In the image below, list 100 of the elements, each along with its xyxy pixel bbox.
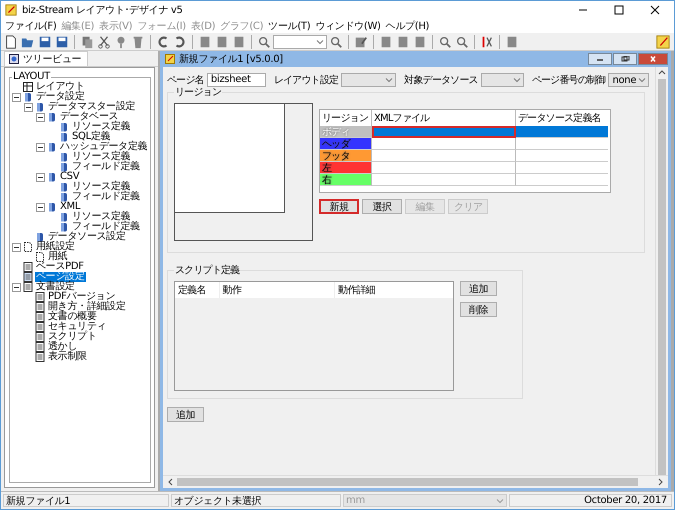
- tree-item[interactable]: レイアウト: [35, 82, 86, 92]
- tree-item[interactable]: セキュリティ: [47, 322, 108, 332]
- tree-item[interactable]: XML: [59, 202, 82, 212]
- tree-item[interactable]: フィールド定義: [71, 192, 141, 202]
- tree-item[interactable]: CSV: [59, 172, 80, 182]
- field-label: 対象データソース: [404, 74, 478, 87]
- table-cell[interactable]: [372, 174, 516, 186]
- magnifier-icon[interactable]: [438, 34, 452, 48]
- vertical-scrollbar[interactable]: [655, 67, 668, 475]
- grid-icon: [23, 82, 33, 92]
- page-name-field[interactable]: bizsheet: [206, 73, 266, 87]
- copy-icon[interactable]: [80, 34, 94, 48]
- magnifier-icon[interactable]: [455, 34, 469, 48]
- collapse-toggle[interactable]: [24, 102, 33, 112]
- region-name-cell[interactable]: 右: [320, 174, 372, 186]
- collapse-toggle[interactable]: [36, 142, 45, 152]
- document-icon: [35, 352, 45, 362]
- undo-icon[interactable]: [156, 34, 170, 48]
- tree-item[interactable]: 表示制限: [47, 352, 88, 362]
- table-cell[interactable]: [372, 162, 516, 174]
- collapse-toggle[interactable]: [36, 172, 45, 182]
- page-icon[interactable]: [215, 34, 229, 48]
- script-button[interactable]: 追加: [460, 281, 497, 296]
- chevron-down-icon: [316, 38, 324, 46]
- arrow-left-icon: [167, 478, 173, 486]
- group-title: リージョン: [174, 86, 222, 99]
- column-header: データソース定義名: [517, 112, 602, 126]
- table-cell[interactable]: [372, 150, 516, 162]
- document-title: 新規ファイル1 [v5.0.0]: [179, 52, 283, 66]
- tree-item[interactable]: データソース設定: [47, 232, 127, 242]
- trash-icon[interactable]: [131, 34, 145, 48]
- edit-note-icon[interactable]: [656, 34, 670, 48]
- restore-button[interactable]: [613, 53, 637, 65]
- add-button[interactable]: 追加: [167, 407, 204, 422]
- table-cell[interactable]: [516, 126, 608, 138]
- document-icon: [35, 312, 45, 322]
- maximize-icon[interactable]: [614, 5, 624, 15]
- page-icon[interactable]: [198, 34, 212, 48]
- tree-item[interactable]: ハッシュデータ定義: [59, 142, 148, 152]
- group-title: スクリプト定義: [174, 264, 240, 277]
- region-name-cell[interactable]: フッタ: [320, 150, 372, 162]
- region-button[interactable]: 新規: [319, 199, 359, 214]
- pencil-icon[interactable]: [354, 34, 368, 48]
- tree-item[interactable]: フィールド定義: [71, 222, 141, 232]
- page-icon[interactable]: [396, 34, 410, 48]
- close-icon[interactable]: [650, 5, 660, 15]
- page-icon[interactable]: [505, 34, 519, 48]
- tree-item[interactable]: 透かし: [47, 342, 78, 352]
- minimize-button[interactable]: [588, 53, 612, 65]
- tree-item[interactable]: データ設定: [35, 92, 86, 102]
- tree-item[interactable]: フィールド定義: [71, 162, 141, 172]
- magnifier-icon[interactable]: [329, 34, 343, 48]
- status-text: 新規ファイル1: [3, 494, 169, 507]
- scissors-icon[interactable]: [97, 34, 111, 48]
- tree-item[interactable]: 開き方・詳細設定: [47, 302, 127, 312]
- tree-item[interactable]: リソース定義: [71, 152, 132, 162]
- collapse-toggle[interactable]: [12, 282, 21, 292]
- document-icon: [35, 322, 45, 332]
- app-icon: [165, 54, 175, 64]
- menu-item[interactable]: ウィンドウ(W): [313, 19, 384, 33]
- collapse-toggle[interactable]: [36, 112, 45, 122]
- tree-item[interactable]: データマスター設定: [47, 102, 136, 112]
- tree-item[interactable]: ベースPDF: [35, 262, 85, 272]
- tree-item[interactable]: リソース定義: [71, 212, 132, 222]
- arrow-right-icon: [658, 478, 664, 486]
- page-number-dropdown[interactable]: none: [608, 73, 650, 87]
- page-icon[interactable]: [413, 34, 427, 48]
- column-header: 動作詳細: [337, 284, 376, 298]
- tree-item[interactable]: SQL定義: [71, 132, 112, 142]
- horizontal-scrollbar[interactable]: [163, 475, 668, 488]
- tree-item[interactable]: 用紙設定: [35, 242, 76, 252]
- tree-view-tab[interactable]: ツリービュー: [4, 51, 88, 66]
- region-button[interactable]: 選択: [362, 199, 402, 214]
- tree-item[interactable]: 文書設定: [35, 282, 76, 292]
- region-name-cell[interactable]: 左: [320, 162, 372, 174]
- table-cell[interactable]: [372, 138, 516, 150]
- menu-item[interactable]: ヘルプ(H): [384, 19, 432, 33]
- field-label: ページ名: [167, 74, 204, 87]
- tree-item[interactable]: データベース: [59, 112, 120, 122]
- tree-item[interactable]: PDFバージョン: [47, 292, 116, 302]
- script-button[interactable]: 削除: [460, 302, 497, 317]
- table-cell[interactable]: [372, 126, 516, 138]
- chevron-down-icon: [496, 496, 504, 504]
- menu-item[interactable]: ツール(T): [266, 19, 314, 33]
- document-icon: [23, 272, 33, 282]
- collapse-toggle[interactable]: [36, 202, 45, 212]
- tree-item[interactable]: 文書の概要: [47, 312, 98, 322]
- page-icon[interactable]: [379, 34, 393, 48]
- magnifier-icon[interactable]: [257, 34, 271, 48]
- collapse-toggle[interactable]: [12, 242, 21, 252]
- page-icon[interactable]: [232, 34, 246, 48]
- tree-item[interactable]: スクリプト: [47, 332, 98, 342]
- redo-icon[interactable]: [173, 34, 187, 48]
- tree-item[interactable]: 用紙: [47, 252, 68, 262]
- tree-item[interactable]: リソース定義: [71, 122, 132, 132]
- collapse-toggle[interactable]: [12, 92, 21, 102]
- chevron-down-icon: [512, 76, 521, 84]
- tree-item[interactable]: リソース定義: [71, 182, 132, 192]
- menu-item[interactable]: ファイル(F): [3, 19, 60, 33]
- close-button[interactable]: [638, 53, 668, 65]
